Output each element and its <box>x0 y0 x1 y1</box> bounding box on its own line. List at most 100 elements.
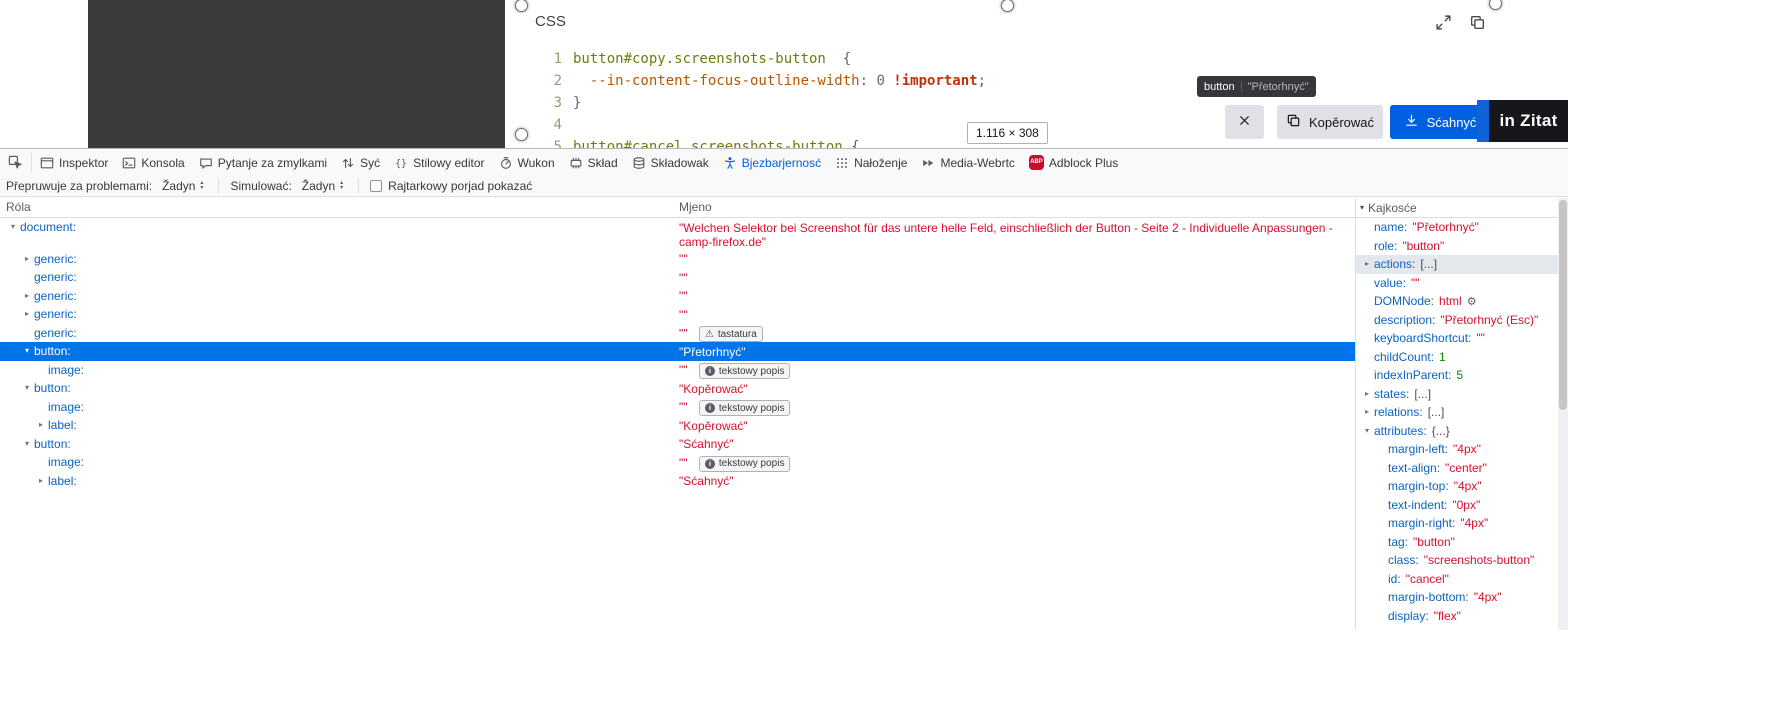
twisty-icon[interactable] <box>20 324 34 343</box>
expand-icon[interactable] <box>1433 12 1453 32</box>
tree-row-generic[interactable]: ▸ generic: "" <box>0 250 1355 269</box>
tab-adblock-plus[interactable]: ABP Adblock Plus <box>1022 149 1125 176</box>
prop-row-attributes[interactable]: ▾ attributes: {...} <box>1356 422 1558 441</box>
prop-row-tag[interactable]: tag: "button" <box>1356 533 1558 552</box>
twisty-icon[interactable] <box>34 453 48 472</box>
prop-row-childcount[interactable]: childCount: 1 <box>1356 348 1558 367</box>
cancel-screenshot-button[interactable] <box>1225 105 1264 139</box>
property-value: "" <box>1476 331 1485 345</box>
property-key: text-indent: <box>1388 498 1447 512</box>
tree-role-label: button: <box>34 342 71 361</box>
tab-media-webrtc[interactable]: Media-Webrtc <box>914 149 1021 176</box>
property-value: {...} <box>1432 424 1450 438</box>
tree-row-generic[interactable]: ▸ generic: "" <box>0 305 1355 324</box>
tree-role-label: image: <box>48 398 84 417</box>
simulate-select[interactable]: Žadyn ▴▾ <box>298 178 347 194</box>
tree-row-image[interactable]: image: "" itekstowy popis <box>0 361 1355 380</box>
twisty-icon[interactable]: ▸ <box>34 472 48 491</box>
tree-column-headers: Róla Mjeno <box>0 198 1568 218</box>
download-button-label: Sćahnyć <box>1427 115 1477 130</box>
selection-dimensions: 1.116 × 308 <box>967 122 1048 144</box>
prop-row-description[interactable]: description: "Přetorhnyć (Esc)" <box>1356 311 1558 330</box>
prop-row-relations[interactable]: ▸ relations: [...] <box>1356 403 1558 422</box>
property-value: "4px" <box>1453 442 1481 456</box>
twisty-icon[interactable]: ▸ <box>34 416 48 435</box>
tree-row-label[interactable]: ▸ label: "Kopěrować" <box>0 416 1355 435</box>
prop-row-margin-bottom[interactable]: margin-bottom: "4px" <box>1356 588 1558 607</box>
tab-na-o-enje[interactable]: Nałoženje <box>828 149 914 176</box>
prop-row-id[interactable]: id: "cancel" <box>1356 570 1558 589</box>
twisty-icon[interactable] <box>20 268 34 287</box>
tree-role-label: label: <box>48 416 77 435</box>
download-screenshot-button[interactable]: Sćahnyć <box>1390 105 1490 139</box>
tab-konsola[interactable]: Konsola <box>115 149 191 176</box>
tab-bjezbarjernos[interactable]: Bjezbarjernosć <box>716 149 828 176</box>
twisty-icon[interactable]: ▾ <box>1360 422 1374 441</box>
prop-row-class[interactable]: class: "screenshots-button" <box>1356 551 1558 570</box>
twisty-icon[interactable] <box>34 398 48 417</box>
twisty-icon[interactable]: ▸ <box>20 250 34 269</box>
tree-row-button[interactable]: ▾ button: "Přetorhnyć" <box>0 342 1355 361</box>
tab-order-checkbox[interactable] <box>370 180 382 192</box>
twisty-icon[interactable]: ▸ <box>20 305 34 324</box>
selection-handle[interactable] <box>515 128 528 141</box>
tree-row-button[interactable]: ▾ button: "Kopěrować" <box>0 379 1355 398</box>
warning-icon: ⚠ <box>705 328 714 341</box>
tree-row-generic[interactable]: generic: "" ⚠tastatura <box>0 324 1355 343</box>
tree-row-image[interactable]: image: "" itekstowy popis <box>0 398 1355 417</box>
prop-row-states[interactable]: ▸ states: [...] <box>1356 385 1558 404</box>
copy-code-icon[interactable] <box>1467 12 1487 32</box>
zitat-text: in Zitat <box>1489 100 1568 142</box>
prop-row-keyboardshortcut[interactable]: keyboardShortcut: "" <box>1356 329 1558 348</box>
property-key: childCount: <box>1374 350 1434 364</box>
tab-pytanje-za-zmylkami[interactable]: Pytanje za zmylkami <box>192 149 334 176</box>
tree-row-image[interactable]: image: "" itekstowy popis <box>0 453 1355 472</box>
property-key: relations: <box>1374 405 1423 419</box>
prop-row-margin-left[interactable]: margin-left: "4px" <box>1356 440 1558 459</box>
twisty-icon[interactable]: ▸ <box>20 287 34 306</box>
simulate-select-value: Žadyn <box>302 179 335 193</box>
tab-wukon[interactable]: Wukon <box>492 149 562 176</box>
twisty-icon[interactable]: ▾ <box>20 342 34 361</box>
twisty-icon[interactable]: ▸ <box>1360 385 1374 404</box>
twisty-icon[interactable]: ▾ <box>20 379 34 398</box>
prop-row-indexinparent[interactable]: indexInParent: 5 <box>1356 366 1558 385</box>
tree-row-label[interactable]: ▸ label: "Sćahnyć" <box>0 472 1355 491</box>
prop-row-role[interactable]: role: "button" <box>1356 237 1558 256</box>
scrollbar-thumb[interactable] <box>1559 200 1567 410</box>
tree-row-button[interactable]: ▾ button: "Sćahnyć" <box>0 435 1355 454</box>
tab-sy[interactable]: Syć <box>334 149 387 176</box>
copy-screenshot-button[interactable]: Kopěrować <box>1277 105 1383 139</box>
tree-row-generic[interactable]: ▸ generic: "" <box>0 287 1355 306</box>
twisty-icon[interactable]: ▾ <box>6 218 20 250</box>
property-value: "button" <box>1402 239 1444 253</box>
tab-sk-ad[interactable]: Skład <box>562 149 625 176</box>
tree-row-document[interactable]: ▾ document: "Welchen Selektor bei Screen… <box>0 218 1355 250</box>
prop-row-margin-right[interactable]: margin-right: "4px" <box>1356 514 1558 533</box>
tree-role-label: generic: <box>34 250 77 269</box>
prop-row-display[interactable]: display: "flex" <box>1356 607 1558 626</box>
prop-row-domnode[interactable]: DOMNode: html ⚙ <box>1356 292 1558 311</box>
prop-row-text-indent[interactable]: text-indent: "0px" <box>1356 496 1558 515</box>
twisty-icon[interactable]: ▸ <box>1360 403 1374 422</box>
prop-row-margin-top[interactable]: margin-top: "4px" <box>1356 477 1558 496</box>
issues-select[interactable]: Žadyn ▴▾ <box>158 178 207 194</box>
twisty-icon[interactable]: ▸ <box>1360 255 1374 274</box>
twisty-icon[interactable] <box>34 361 48 380</box>
prop-row-value[interactable]: value: "" <box>1356 274 1558 293</box>
twisty-icon[interactable]: ▾ <box>20 435 34 454</box>
tool-tabs: Inspektor Konsola Pytanje za zmylkami Sy… <box>33 149 1125 176</box>
tab-inspektor[interactable]: Inspektor <box>33 149 115 176</box>
scrollbar-track[interactable] <box>1558 198 1568 630</box>
tab-sk-adowak[interactable]: Składowak <box>625 149 716 176</box>
prop-row-actions[interactable]: ▸ actions: [...] <box>1356 255 1558 274</box>
prop-row-name[interactable]: name: "Přetorhnyć" <box>1356 218 1558 237</box>
prop-row-text-align[interactable]: text-align: "center" <box>1356 459 1558 478</box>
tree-row-generic[interactable]: generic: "" <box>0 268 1355 287</box>
tab-stilowy-editor[interactable]: {} Stilowy editor <box>387 149 491 176</box>
selection-handle[interactable] <box>1489 0 1502 10</box>
toolbar-separator <box>218 179 219 193</box>
node-picker-icon[interactable] <box>0 149 30 176</box>
tree-role-label: image: <box>48 361 84 380</box>
open-in-inspector-icon[interactable]: ⚙ <box>1467 295 1477 308</box>
